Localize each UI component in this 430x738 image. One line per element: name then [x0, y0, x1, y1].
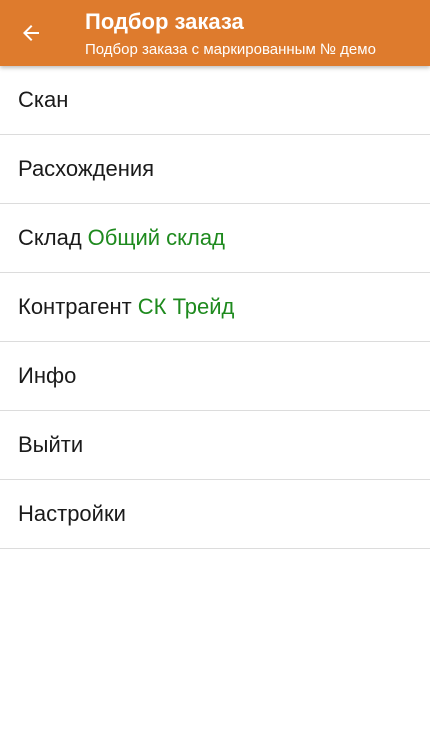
arrow-left-icon — [23, 25, 39, 41]
menu-item-warehouse[interactable]: Склад Общий склад — [0, 204, 430, 273]
menu-item-scan[interactable]: Скан — [0, 66, 430, 135]
counterparty-value: СК Трейд — [137, 294, 235, 319]
menu-item-info[interactable]: Инфо — [0, 342, 430, 411]
menu-item-exit[interactable]: Выйти — [0, 411, 430, 480]
menu-item-label: Инфо — [18, 363, 77, 388]
menu-item-label: Контрагент — [18, 294, 132, 319]
page-title: Подбор заказа — [85, 9, 244, 34]
menu-item-label: Склад — [18, 225, 82, 250]
menu-item-label: Скан — [18, 87, 69, 112]
page-subtitle: Подбор заказа с маркированным № демо — [85, 41, 376, 58]
menu-item-label: Расхождения — [18, 156, 155, 181]
app-bar: Подбор заказа Подбор заказа с маркирован… — [0, 0, 430, 66]
menu-item-settings[interactable]: Настройки — [0, 480, 430, 549]
back-button[interactable] — [10, 12, 52, 54]
warehouse-value: Общий склад — [87, 225, 225, 250]
menu-item-label: Настройки — [18, 501, 126, 526]
menu-item-label: Выйти — [18, 432, 84, 457]
menu-item-counterparty[interactable]: Контрагент СК Трейд — [0, 273, 430, 342]
menu-item-discrepancies[interactable]: Расхождения — [0, 135, 430, 204]
main-menu: Скан Расхождения Склад Общий склад Контр… — [0, 66, 430, 549]
